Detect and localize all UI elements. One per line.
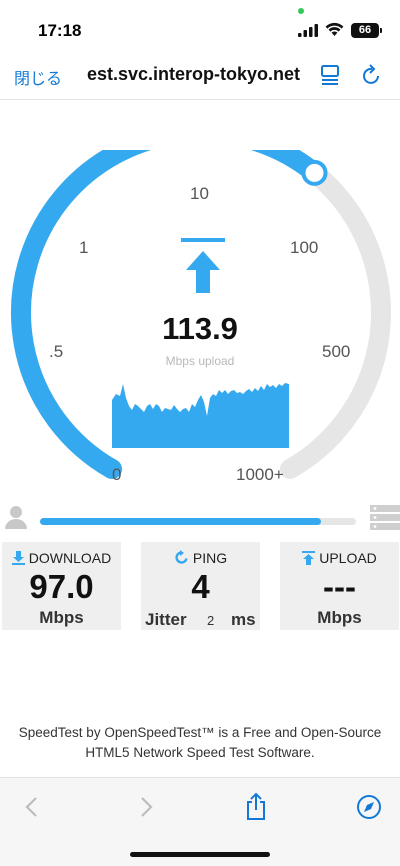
browser-nav-bar: 閉じる est.svc.interop-tokyo.net	[0, 54, 400, 100]
forward-icon[interactable]	[136, 795, 156, 819]
jitter-label: Jitter	[145, 610, 187, 629]
ping-title: PING	[141, 550, 260, 566]
server-icon	[370, 505, 400, 530]
upload-indicator-bar	[181, 238, 225, 242]
user-icon	[5, 506, 27, 529]
compass-icon[interactable]	[356, 794, 382, 820]
footer-line-1: SpeedTest by OpenSpeedTest™ is a Free an…	[18, 725, 382, 740]
scale-label-1: 1	[79, 238, 89, 257]
upload-arrow-icon	[186, 251, 220, 293]
gauge-needle-knob	[301, 159, 328, 186]
ping-value: 4	[191, 568, 210, 605]
jitter-unit: ms	[231, 610, 256, 629]
reader-icon[interactable]	[320, 64, 340, 86]
ping-card: PING 4 Jitter 2 ms	[141, 542, 260, 630]
speed-unit-label: Mbps upload	[165, 354, 235, 368]
ping-title-label: PING	[192, 550, 228, 566]
download-title: DOWNLOAD	[2, 550, 121, 566]
scale-label-1000plus: 1000+	[236, 465, 284, 484]
close-button[interactable]: 閉じる	[14, 65, 62, 89]
upload-title-label: UPLOAD	[319, 550, 377, 566]
scale-label-0: 0	[112, 465, 122, 484]
upload-icon	[302, 551, 316, 565]
download-unit: Mbps	[39, 608, 84, 627]
download-card: DOWNLOAD 97.0 Mbps	[2, 542, 121, 630]
signal-icon	[298, 24, 318, 37]
footer-line-2: HTML5 Network Speed Test Software.	[85, 745, 315, 760]
speed-reading: 113.9	[162, 311, 238, 346]
test-progress-fill	[40, 518, 322, 525]
footer-description: SpeedTest by OpenSpeedTest™ is a Free an…	[0, 723, 400, 763]
battery-icon: 66	[351, 23, 382, 38]
upload-title: UPLOAD	[280, 550, 399, 566]
refresh-icon	[175, 550, 188, 564]
wifi-icon	[325, 22, 344, 36]
home-indicator	[130, 852, 270, 857]
clock: 17:18	[38, 21, 82, 40]
camera-indicator-dot	[298, 8, 304, 14]
share-icon[interactable]	[245, 792, 267, 820]
scale-label-10: 10	[190, 184, 209, 203]
upload-unit: Mbps	[317, 608, 362, 627]
speed-history-graph	[112, 383, 289, 448]
url-title[interactable]: est.svc.interop-tokyo.net	[87, 64, 307, 85]
test-progress-bar	[40, 518, 356, 525]
reload-icon[interactable]	[362, 64, 382, 86]
scale-label-100: 100	[290, 238, 319, 257]
jitter-value: 2	[207, 613, 215, 628]
download-value: 97.0	[29, 568, 94, 605]
download-title-label: DOWNLOAD	[28, 550, 112, 566]
back-icon[interactable]	[22, 795, 42, 819]
upload-value: ---	[323, 568, 356, 605]
download-icon	[11, 551, 25, 565]
status-bar: 17:18 66	[0, 0, 400, 54]
upload-card: UPLOAD --- Mbps	[280, 542, 399, 630]
